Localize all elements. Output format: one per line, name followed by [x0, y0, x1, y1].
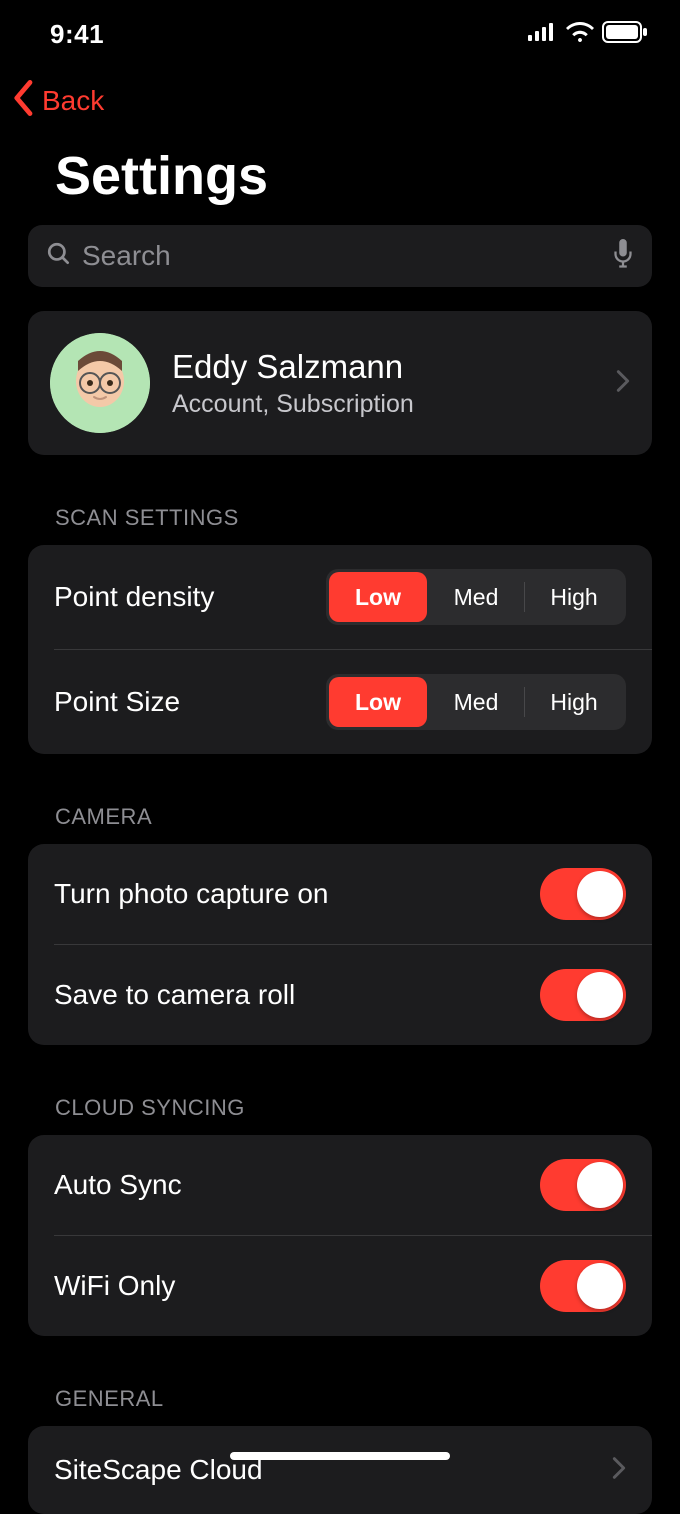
avatar	[50, 333, 150, 433]
section-header-camera: CAMERA	[0, 804, 680, 844]
auto-sync-toggle[interactable]	[540, 1159, 626, 1211]
section-general: GENERAL SiteScape Cloud	[0, 1386, 680, 1514]
row-point-density: Point density Low Med High	[28, 545, 652, 649]
segment-density-med[interactable]: Med	[427, 572, 525, 622]
chevron-right-icon	[616, 369, 630, 398]
back-button[interactable]: Back	[0, 60, 680, 137]
search-field[interactable]	[28, 225, 652, 287]
profile-row[interactable]: Eddy Salzmann Account, Subscription	[28, 311, 652, 455]
photo-capture-toggle[interactable]	[540, 868, 626, 920]
section-header-scan: SCAN SETTINGS	[0, 505, 680, 545]
status-indicators	[528, 21, 648, 48]
profile-text: Eddy Salzmann Account, Subscription	[172, 348, 594, 419]
profile-subtitle: Account, Subscription	[172, 390, 594, 419]
auto-sync-label: Auto Sync	[54, 1169, 540, 1201]
section-camera: CAMERA Turn photo capture on Save to cam…	[0, 804, 680, 1045]
point-density-label: Point density	[54, 581, 326, 613]
save-camera-roll-label: Save to camera roll	[54, 979, 540, 1011]
row-sitescape-cloud[interactable]: SiteScape Cloud	[28, 1426, 652, 1514]
section-scan-settings: SCAN SETTINGS Point density Low Med High…	[0, 505, 680, 754]
wifi-icon	[566, 22, 594, 47]
battery-icon	[602, 21, 648, 48]
row-point-size: Point Size Low Med High	[54, 649, 652, 754]
segment-size-high[interactable]: High	[525, 677, 623, 727]
row-photo-capture: Turn photo capture on	[28, 844, 652, 944]
microphone-icon[interactable]	[612, 239, 634, 274]
status-time: 9:41	[50, 19, 104, 50]
search-icon	[46, 241, 72, 272]
segment-density-low[interactable]: Low	[329, 572, 427, 622]
segment-size-low[interactable]: Low	[329, 677, 427, 727]
cellular-icon	[528, 23, 558, 46]
chevron-left-icon	[12, 80, 36, 121]
search-input[interactable]	[82, 240, 612, 272]
photo-capture-label: Turn photo capture on	[54, 878, 540, 910]
wifi-only-label: WiFi Only	[54, 1270, 540, 1302]
home-indicator[interactable]	[230, 1452, 450, 1460]
profile-name: Eddy Salzmann	[172, 348, 594, 386]
row-wifi-only: WiFi Only	[54, 1235, 652, 1336]
section-header-cloud: CLOUD SYNCING	[0, 1095, 680, 1135]
back-label: Back	[42, 85, 104, 117]
page-title: Settings	[0, 137, 680, 225]
point-size-label: Point Size	[54, 686, 326, 718]
status-bar: 9:41	[0, 0, 680, 60]
section-header-general: GENERAL	[0, 1386, 680, 1426]
segment-size-med[interactable]: Med	[427, 677, 525, 727]
row-save-camera-roll: Save to camera roll	[54, 944, 652, 1045]
segment-density-high[interactable]: High	[525, 572, 623, 622]
section-cloud-syncing: CLOUD SYNCING Auto Sync WiFi Only	[0, 1095, 680, 1336]
row-auto-sync: Auto Sync	[28, 1135, 652, 1235]
point-size-segmented[interactable]: Low Med High	[326, 674, 626, 730]
chevron-right-icon	[612, 1456, 626, 1485]
point-density-segmented[interactable]: Low Med High	[326, 569, 626, 625]
wifi-only-toggle[interactable]	[540, 1260, 626, 1312]
save-camera-roll-toggle[interactable]	[540, 969, 626, 1021]
